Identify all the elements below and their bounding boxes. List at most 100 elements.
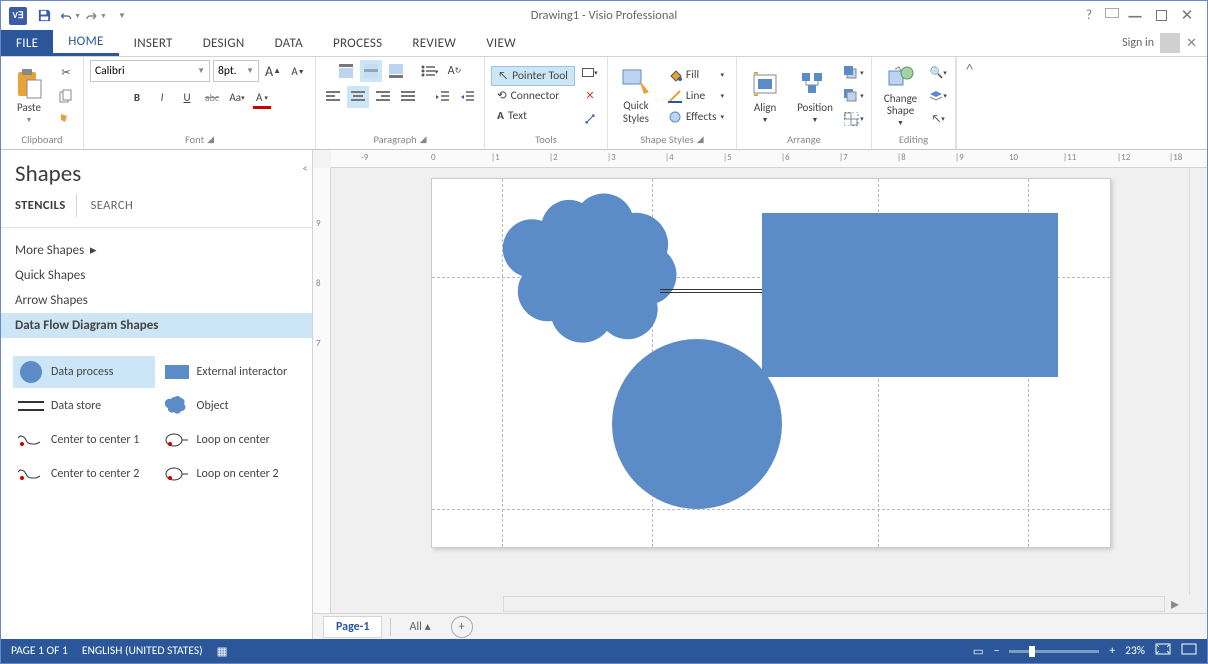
- bold-button[interactable]: B: [126, 86, 148, 108]
- connector-button[interactable]: ⟲Connector: [491, 86, 575, 106]
- select-icon[interactable]: ↖▾: [927, 108, 949, 130]
- strike-button[interactable]: abc: [201, 86, 223, 108]
- page-indicator[interactable]: PAGE 1 OF 1: [11, 644, 68, 658]
- bullets-icon[interactable]: ▾: [419, 60, 441, 82]
- help-icon[interactable]: ?: [1079, 6, 1099, 26]
- line-button[interactable]: Line▾: [662, 86, 730, 106]
- tab-process[interactable]: PROCESS: [318, 30, 397, 56]
- macro-icon[interactable]: ▦: [217, 644, 228, 659]
- align-top-icon[interactable]: [335, 60, 357, 82]
- connection-point-icon[interactable]: [579, 108, 601, 130]
- tab-file[interactable]: FILE: [1, 30, 53, 56]
- shape-center-2[interactable]: Center to center 2: [13, 458, 155, 490]
- app-icon[interactable]: V∃: [7, 5, 29, 27]
- shape-object[interactable]: Object: [159, 390, 301, 422]
- change-case-button[interactable]: Aa▾: [226, 86, 248, 108]
- quick-styles-button[interactable]: Quick Styles: [614, 63, 658, 129]
- shape-data-process[interactable]: Data process: [13, 356, 155, 388]
- align-center-icon[interactable]: [347, 86, 369, 108]
- font-color-button[interactable]: A▾: [251, 86, 273, 108]
- redo-icon[interactable]: ▼: [85, 5, 107, 27]
- panel-collapse-icon[interactable]: <: [303, 162, 308, 175]
- text-tool-button[interactable]: AText: [491, 106, 575, 126]
- stencil-quick-shapes[interactable]: Quick Shapes: [15, 263, 298, 288]
- align-middle-icon[interactable]: [360, 60, 382, 82]
- cut-icon[interactable]: ✂: [55, 62, 77, 84]
- collapse-ribbon-icon[interactable]: ^: [956, 57, 982, 149]
- shape-loop-center-2[interactable]: Loop on center 2: [159, 458, 301, 490]
- font-dialog-launcher[interactable]: ◢: [207, 134, 214, 145]
- stencil-more-shapes[interactable]: More Shapes ▸: [15, 238, 298, 263]
- search-tab[interactable]: SEARCH: [91, 194, 143, 217]
- vertical-scrollbar[interactable]: [1189, 168, 1207, 595]
- presentation-mode-icon[interactable]: ▭: [973, 644, 984, 659]
- shape-styles-launcher[interactable]: ◢: [697, 134, 704, 145]
- horizontal-scrollbar[interactable]: ▸: [503, 595, 1185, 613]
- shape-center-1[interactable]: Center to center 1: [13, 424, 155, 456]
- align-button[interactable]: Align▼: [743, 63, 787, 129]
- underline-button[interactable]: U: [176, 86, 198, 108]
- align-bottom-icon[interactable]: [385, 60, 407, 82]
- fit-page-icon[interactable]: [1155, 643, 1171, 659]
- sign-in[interactable]: Sign in ✕: [1112, 30, 1207, 56]
- stencils-tab[interactable]: STENCILS: [15, 194, 77, 217]
- fill-button[interactable]: Fill▾: [662, 65, 730, 85]
- decrease-indent-icon[interactable]: [431, 86, 453, 108]
- drawing-page[interactable]: [431, 178, 1111, 548]
- paste-button[interactable]: Paste ▼: [7, 63, 51, 129]
- page-tab-all[interactable]: All ▴: [399, 616, 440, 637]
- save-icon[interactable]: [33, 5, 55, 27]
- zoom-in-icon[interactable]: +: [1109, 644, 1115, 658]
- ribbon-display-icon[interactable]: [1105, 8, 1119, 18]
- pointer-tool-button[interactable]: ↖Pointer Tool: [491, 66, 575, 86]
- shape-external-interactor[interactable]: External interactor: [159, 356, 301, 388]
- change-shape-button[interactable]: Change Shape▼: [878, 63, 923, 129]
- stencil-arrow-shapes[interactable]: Arrow Shapes: [15, 288, 298, 313]
- close-icon[interactable]: ✕: [1177, 6, 1197, 26]
- tab-insert[interactable]: INSERT: [119, 30, 188, 56]
- bring-front-icon[interactable]: ▾: [843, 62, 865, 84]
- full-screen-icon[interactable]: [1181, 643, 1197, 659]
- grow-font-icon[interactable]: A▲: [262, 60, 284, 82]
- rotate-text-icon[interactable]: A↻: [444, 60, 466, 82]
- rectangle-shape[interactable]: [762, 213, 1058, 377]
- font-name-combo[interactable]: Calibri▼: [90, 60, 210, 82]
- italic-button[interactable]: I: [151, 86, 173, 108]
- canvas-scroll[interactable]: [331, 168, 1207, 639]
- stencil-dfd-shapes[interactable]: Data Flow Diagram Shapes: [1, 313, 312, 338]
- increase-indent-icon[interactable]: [456, 86, 478, 108]
- language-indicator[interactable]: ENGLISH (UNITED STATES): [82, 644, 203, 658]
- qat-customize-icon[interactable]: ▼: [111, 5, 133, 27]
- undo-icon[interactable]: ▼: [59, 5, 81, 27]
- tab-data[interactable]: DATA: [260, 30, 318, 56]
- font-size-combo[interactable]: 8pt.▼: [213, 60, 259, 82]
- minimize-icon[interactable]: —: [1125, 6, 1145, 26]
- shape-data-store[interactable]: Data store: [13, 390, 155, 422]
- shape-loop-center[interactable]: Loop on center: [159, 424, 301, 456]
- justify-icon[interactable]: [397, 86, 419, 108]
- layers-icon[interactable]: ▾: [927, 85, 949, 107]
- cloud-shape[interactable]: [492, 191, 682, 361]
- position-button[interactable]: Position▼: [791, 63, 839, 129]
- copy-icon[interactable]: [55, 85, 77, 107]
- send-back-icon[interactable]: ▾: [843, 85, 865, 107]
- paragraph-dialog-launcher[interactable]: ◢: [420, 134, 427, 145]
- tab-home[interactable]: HOME: [53, 30, 118, 56]
- tab-view[interactable]: VIEW: [471, 30, 531, 56]
- delete-connect-icon[interactable]: ✕: [579, 85, 601, 107]
- tab-design[interactable]: DESIGN: [188, 30, 260, 56]
- tab-close-icon[interactable]: ✕: [1186, 36, 1197, 51]
- add-page-icon[interactable]: +: [451, 616, 473, 638]
- group-icon[interactable]: ▾: [843, 108, 865, 130]
- align-right-icon[interactable]: [372, 86, 394, 108]
- tab-review[interactable]: REVIEW: [397, 30, 471, 56]
- shrink-font-icon[interactable]: A▼: [287, 60, 309, 82]
- maximize-icon[interactable]: [1151, 6, 1171, 26]
- zoom-level[interactable]: 23%: [1125, 644, 1145, 658]
- zoom-slider[interactable]: [1009, 650, 1099, 653]
- align-left-icon[interactable]: [322, 86, 344, 108]
- circle-shape[interactable]: [612, 339, 782, 509]
- format-painter-icon[interactable]: [55, 108, 77, 130]
- zoom-out-icon[interactable]: −: [994, 644, 1000, 658]
- rectangle-tool-icon[interactable]: ▾: [579, 62, 601, 84]
